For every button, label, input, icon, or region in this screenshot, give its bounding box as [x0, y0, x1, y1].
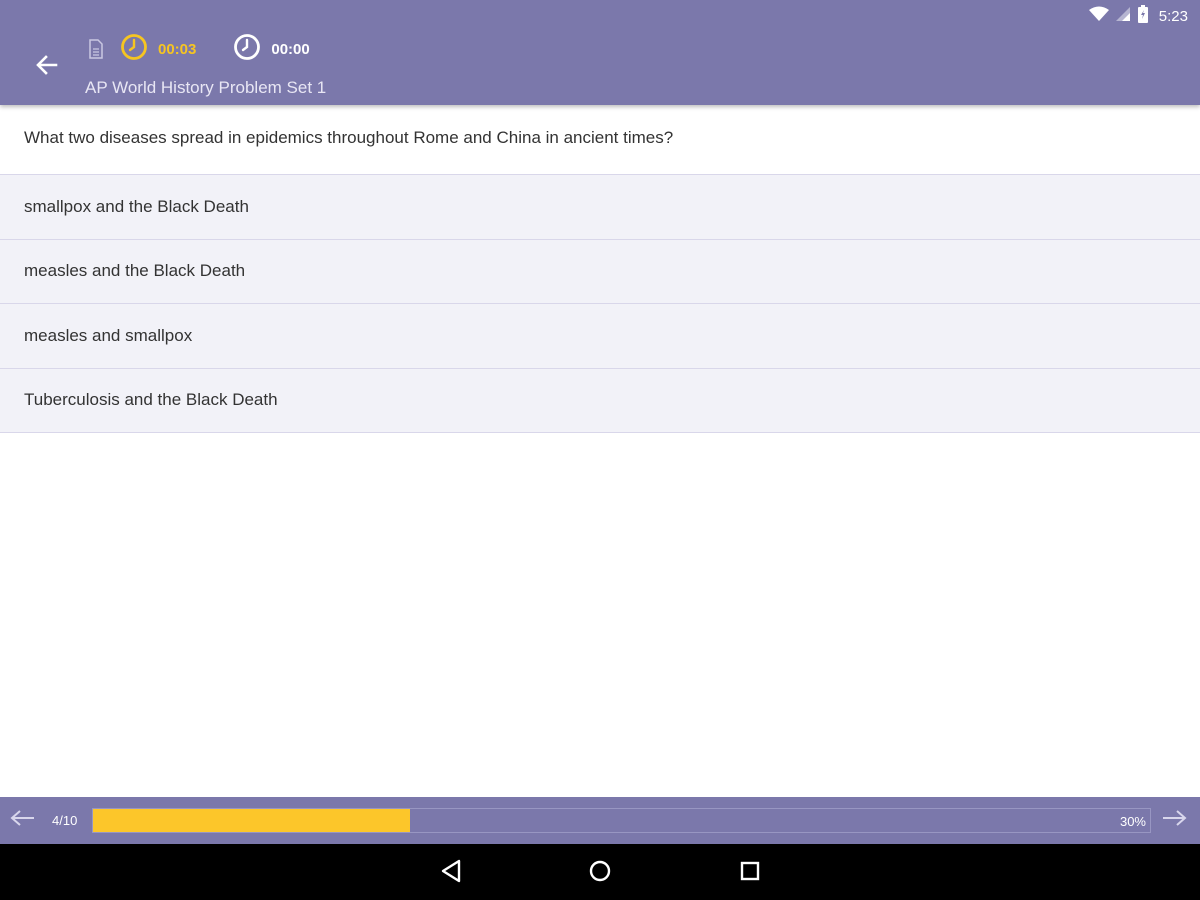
- progress-bar-panel: 4/10 30%: [0, 797, 1200, 844]
- elapsed-timer-value: 00:03: [158, 40, 197, 58]
- status-time: 5:23: [1158, 7, 1188, 25]
- system-recents-button[interactable]: [735, 858, 765, 888]
- total-timer-value: 00:00: [271, 40, 310, 58]
- back-triangle-icon: [440, 859, 462, 888]
- document-icon[interactable]: [88, 39, 104, 59]
- system-home-button[interactable]: [585, 858, 615, 888]
- answer-option-4[interactable]: Tuberculosis and the Black Death: [0, 368, 1200, 433]
- answer-options: smallpox and the Black Death measles and…: [0, 175, 1200, 433]
- answer-option-2[interactable]: measles and the Black Death: [0, 239, 1200, 304]
- question-text: What two diseases spread in epidemics th…: [24, 127, 674, 147]
- question-card: What two diseases spread in epidemics th…: [0, 105, 1200, 175]
- progress-track: 30%: [92, 808, 1151, 833]
- clock-icon: [233, 33, 261, 66]
- battery-icon: [1137, 4, 1149, 28]
- home-circle-icon: [588, 859, 612, 888]
- back-button[interactable]: [28, 50, 66, 84]
- elapsed-timer: 00:03: [120, 33, 196, 66]
- answer-option-label: measles and the Black Death: [24, 261, 246, 281]
- recents-square-icon: [739, 860, 761, 887]
- system-back-button[interactable]: [436, 858, 466, 888]
- clock-icon: [120, 33, 148, 66]
- page-title: AP World History Problem Set 1: [85, 78, 327, 97]
- question-counter: 4/10: [52, 813, 78, 828]
- app-bar: 5:23 00:03 00:00 AP World History Proble…: [0, 0, 1200, 105]
- answer-option-3[interactable]: measles and smallpox: [0, 304, 1200, 369]
- answer-option-label: Tuberculosis and the Black Death: [24, 390, 278, 410]
- answer-option-label: measles and smallpox: [24, 325, 193, 345]
- next-question-button[interactable]: [1154, 801, 1194, 841]
- answer-option-1[interactable]: smallpox and the Black Death: [0, 175, 1200, 240]
- arrow-right-icon: [1161, 809, 1187, 832]
- total-timer: 00:00: [233, 33, 310, 66]
- answer-option-label: smallpox and the Black Death: [24, 196, 249, 216]
- signal-icon: [1115, 6, 1131, 27]
- wifi-icon: [1088, 6, 1109, 27]
- system-navigation-bar: [0, 844, 1200, 900]
- arrow-left-icon: [10, 809, 36, 832]
- progress-percent: 30%: [1119, 814, 1146, 829]
- arrow-left-icon: [36, 54, 58, 80]
- previous-question-button[interactable]: [3, 801, 43, 841]
- status-bar: 5:23: [1088, 4, 1188, 28]
- timers-row: 00:03 00:00: [88, 33, 310, 66]
- progress-fill: [93, 809, 411, 832]
